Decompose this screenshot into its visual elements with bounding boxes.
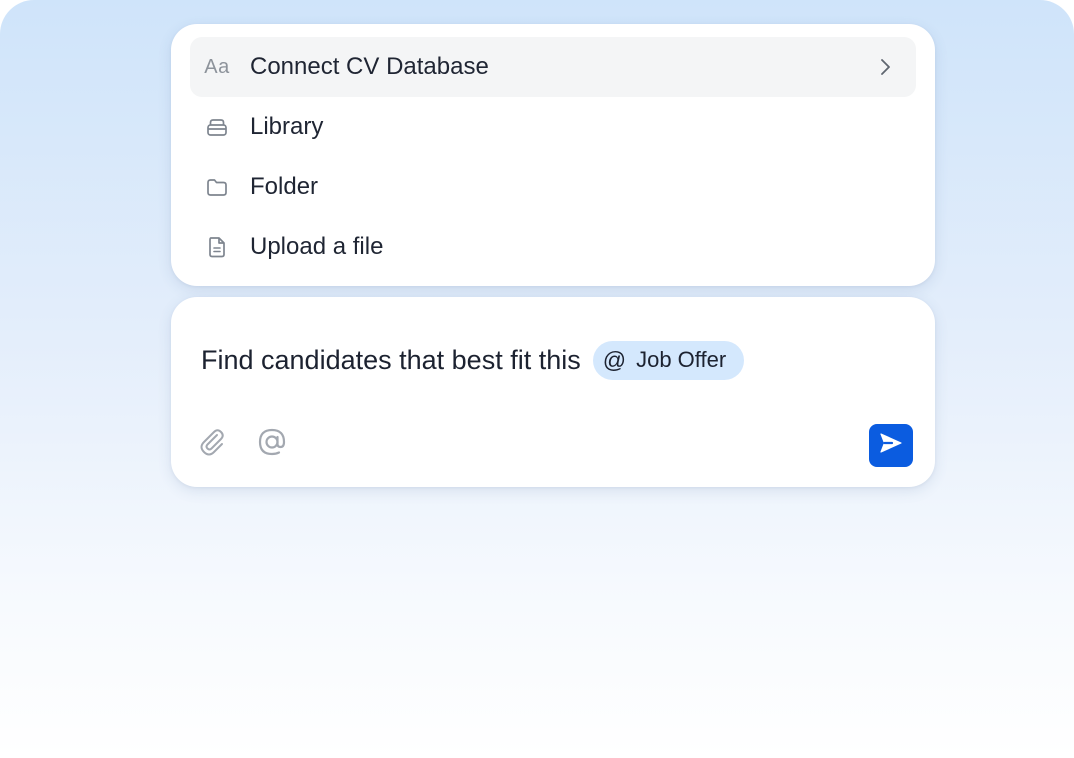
prompt-composer: Find candidates that best fit this @ Job… bbox=[171, 297, 935, 487]
send-icon bbox=[879, 432, 903, 459]
menu-item-connect-cv-database[interactable]: Aa Connect CV Database bbox=[190, 37, 916, 97]
mention-chip-label: Job Offer bbox=[636, 347, 727, 372]
menu-item-library[interactable]: Library bbox=[190, 97, 916, 157]
menu-item-upload-file[interactable]: Upload a file bbox=[190, 217, 916, 277]
menu-item-folder[interactable]: Folder bbox=[190, 157, 916, 217]
attach-button[interactable] bbox=[195, 427, 229, 461]
background-panel: Aa Connect CV Database Library Folder Up… bbox=[0, 0, 1074, 758]
at-sign-icon bbox=[256, 426, 288, 463]
folder-icon bbox=[204, 174, 230, 200]
menu-item-label: Library bbox=[250, 113, 324, 140]
at-sign-icon: @ bbox=[602, 346, 627, 373]
send-button[interactable] bbox=[869, 424, 913, 467]
mention-button[interactable] bbox=[255, 427, 289, 461]
prompt-text: Find candidates that best fit this bbox=[201, 344, 581, 375]
menu-item-label: Connect CV Database bbox=[250, 53, 489, 80]
library-icon bbox=[204, 114, 230, 140]
chevron-right-icon bbox=[876, 58, 894, 76]
prompt-input[interactable]: Find candidates that best fit this @ Job… bbox=[201, 338, 745, 382]
source-menu: Aa Connect CV Database Library Folder Up… bbox=[171, 24, 935, 286]
mention-chip-job-offer[interactable]: @ Job Offer bbox=[592, 340, 745, 380]
menu-item-label: Folder bbox=[250, 173, 319, 200]
paperclip-icon bbox=[197, 426, 227, 463]
file-icon bbox=[204, 234, 230, 260]
menu-item-label: Upload a file bbox=[250, 233, 384, 260]
aa-icon: Aa bbox=[204, 55, 230, 78]
